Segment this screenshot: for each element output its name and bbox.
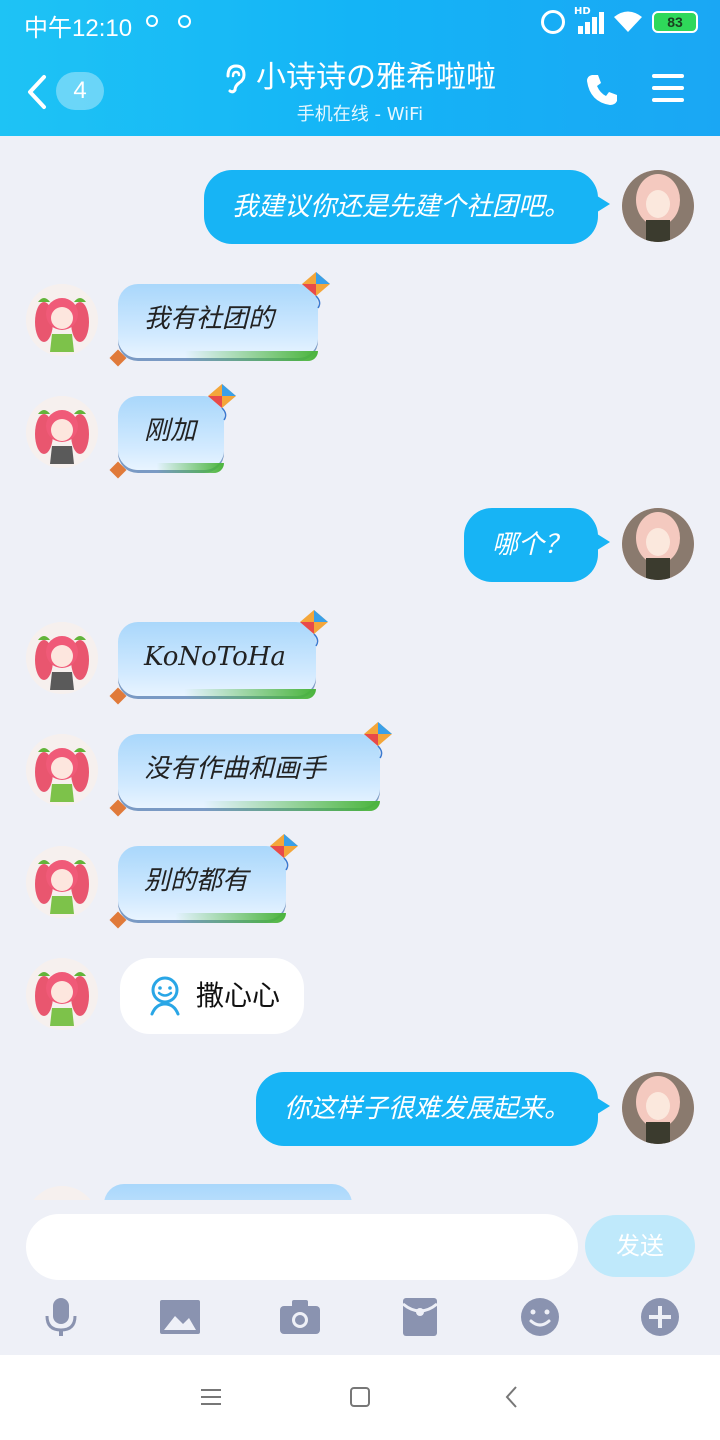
grass-decoration	[128, 913, 286, 923]
contact-avatar[interactable]	[26, 958, 98, 1030]
my-avatar[interactable]	[622, 170, 694, 242]
chat-header: 中午12:10 HD 83 4 小诗诗の雅希啦啦 手机在线 - WiFi	[0, 0, 720, 136]
unread-count-badge: 4	[56, 72, 104, 110]
grass-decoration	[128, 689, 316, 699]
message-row: 撒心心	[0, 958, 720, 1038]
contact-avatar[interactable]	[26, 1186, 98, 1200]
back-icon[interactable]	[502, 1383, 520, 1411]
grass-decoration	[128, 463, 224, 473]
message-bubble[interactable]: 你这样子很难发展起来。	[255, 1072, 611, 1146]
plus-icon[interactable]	[639, 1296, 681, 1338]
input-bar: 发送	[0, 1200, 720, 1355]
kite-tail-decoration	[109, 911, 127, 929]
menu-icon[interactable]	[200, 1383, 222, 1411]
message-text: 我有社团的	[144, 304, 275, 334]
image-icon[interactable]	[159, 1296, 201, 1338]
message-bubble[interactable]: 我有社团的	[109, 272, 330, 367]
contact-avatar[interactable]	[26, 846, 98, 918]
kite-tail-decoration	[109, 687, 127, 705]
smile-person-icon	[150, 976, 180, 1016]
back-button[interactable]: 4	[26, 70, 106, 114]
ear-icon	[226, 63, 246, 93]
kite-tail-decoration	[109, 799, 127, 817]
alarm-icon	[541, 10, 565, 34]
contact-avatar[interactable]	[26, 396, 98, 468]
chat-title-area[interactable]: 小诗诗の雅希啦啦 手机在线 - WiFi	[160, 58, 560, 126]
message-text: 没有作曲和画手	[144, 754, 327, 784]
online-status: 手机在线 - WiFi	[296, 104, 424, 125]
message-row: 没有作曲和画手	[0, 722, 720, 817]
emoji-icon[interactable]	[519, 1296, 561, 1338]
message-row: 我建议你还是先建个社团吧。	[0, 170, 720, 246]
message-input[interactable]	[26, 1214, 578, 1280]
kite-icon	[302, 272, 330, 309]
grass-decoration	[128, 801, 380, 811]
notification-icon	[146, 15, 158, 27]
kite-icon	[364, 722, 392, 759]
my-avatar[interactable]	[622, 508, 694, 580]
message-bubble[interactable]: 别的都有	[109, 834, 298, 929]
kite-icon	[300, 610, 328, 647]
notification-icon	[178, 15, 191, 28]
send-button[interactable]: 发送	[585, 1215, 695, 1277]
red-packet-icon[interactable]	[399, 1296, 441, 1338]
phone-icon[interactable]	[584, 72, 620, 108]
message-bubble[interactable]	[104, 1184, 352, 1200]
chat-title-text: 小诗诗の雅希啦啦	[256, 60, 496, 95]
message-bubble[interactable]: 刚加	[109, 384, 236, 479]
message-row: KoNoToHa	[0, 610, 720, 705]
kite-tail-decoration	[109, 349, 127, 367]
message-row: 刚加	[0, 384, 720, 479]
kite-icon	[270, 834, 298, 871]
message-text: KoNoToHa	[144, 642, 286, 672]
contact-avatar[interactable]	[26, 622, 98, 694]
signal-icon	[576, 10, 604, 34]
message-row: 我有社团的	[0, 272, 720, 367]
message-bubble[interactable]: 哪个？	[463, 508, 611, 582]
message-bubble[interactable]: KoNoToHa	[109, 610, 328, 705]
message-row: 别的都有	[0, 834, 720, 929]
message-row	[0, 1182, 720, 1200]
contact-avatar[interactable]	[26, 734, 98, 806]
menu-icon[interactable]	[652, 74, 684, 102]
message-text: 别的都有	[144, 866, 249, 896]
my-avatar[interactable]	[622, 1072, 694, 1144]
message-bubble[interactable]: 撒心心	[120, 958, 305, 1034]
message-row: 哪个？	[0, 508, 720, 584]
mic-icon[interactable]	[40, 1296, 82, 1338]
message-text: 撒心心	[196, 979, 281, 1012]
message-bubble[interactable]: 没有作曲和画手	[109, 722, 392, 817]
message-text: 刚加	[144, 416, 197, 446]
contact-avatar[interactable]	[26, 284, 98, 356]
message-row: 你这样子很难发展起来。	[0, 1072, 720, 1148]
home-icon[interactable]	[348, 1383, 372, 1411]
status-time: 中午12:10	[24, 15, 133, 42]
system-nav-bar	[0, 1355, 720, 1440]
page-title: 小诗诗の雅希啦啦	[160, 58, 560, 98]
grass-decoration	[128, 351, 318, 361]
status-bar: 中午12:10 HD 83	[0, 0, 720, 46]
chevron-left-icon	[28, 75, 46, 109]
battery-icon: 83	[652, 11, 698, 33]
camera-icon[interactable]	[279, 1296, 321, 1338]
wifi-icon	[613, 10, 643, 34]
kite-icon	[208, 384, 236, 421]
message-bubble[interactable]: 我建议你还是先建个社团吧。	[203, 170, 611, 244]
kite-tail-decoration	[109, 461, 127, 479]
chat-list[interactable]: 我建议你还是先建个社团吧。 我有社团的 刚加 哪个？ KoNoToHa 没有作曲…	[0, 136, 720, 1200]
